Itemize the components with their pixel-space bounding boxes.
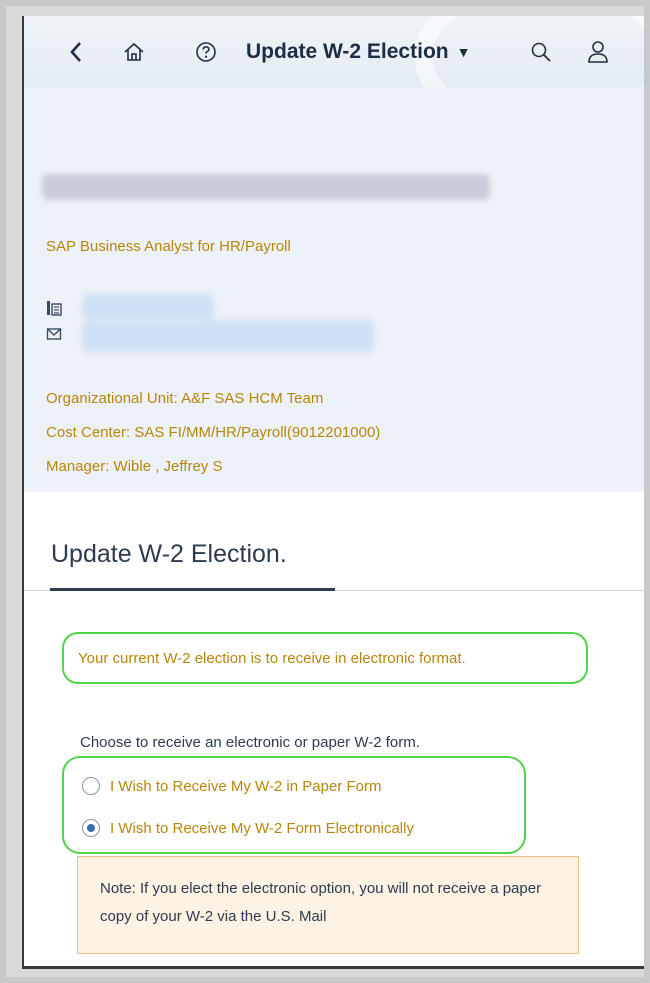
radio-button-paper[interactable] xyxy=(82,777,100,795)
phone-redacted xyxy=(82,294,214,320)
cost-center: Cost Center: SAS FI/MM/HR/Payroll(901220… xyxy=(46,424,381,441)
back-button[interactable] xyxy=(64,38,88,66)
manager: Manager: Wible , Jeffrey S xyxy=(46,458,223,475)
job-title: SAP Business Analyst for HR/Payroll xyxy=(46,238,291,255)
org-unit: Organizational Unit: A&F SAS HCM Team xyxy=(46,390,324,407)
shell-bar: Update W-2 Election ▼ xyxy=(24,16,644,136)
employee-name-redacted xyxy=(42,174,490,200)
chevron-left-icon xyxy=(70,42,81,62)
app-window: Update W-2 Election ▼ SAP Business Analy… xyxy=(22,16,644,969)
electronic-note: Note: If you elect the electronic option… xyxy=(77,856,579,954)
user-profile-button[interactable] xyxy=(584,38,612,66)
paper-form-label[interactable]: I Wish to Receive My W-2 in Paper Form xyxy=(110,778,381,795)
electronic-form-label[interactable]: I Wish to Receive My W-2 Form Electronic… xyxy=(110,820,414,837)
help-icon xyxy=(196,42,216,62)
home-icon xyxy=(124,42,144,61)
caret-down-icon: ▼ xyxy=(456,44,471,60)
search-icon xyxy=(531,42,551,62)
section-title-underline xyxy=(50,588,335,591)
radio-button-electronic[interactable] xyxy=(82,819,100,837)
electronic-form-option[interactable]: I Wish to Receive My W-2 Form Electronic… xyxy=(82,816,414,840)
page-title: Update W-2 Election. xyxy=(51,540,287,568)
choose-instructions: Choose to receive an electronic or paper… xyxy=(80,734,420,751)
email-redacted xyxy=(82,320,374,352)
current-election-message: Your current W-2 election is to receive … xyxy=(62,632,588,684)
email-icon xyxy=(46,328,62,340)
home-button[interactable] xyxy=(120,38,148,66)
user-icon xyxy=(588,41,608,63)
search-button[interactable] xyxy=(527,38,555,66)
employee-profile-header: SAP Business Analyst for HR/Payroll Orga… xyxy=(24,140,644,492)
sub-header-bar xyxy=(24,88,644,141)
app-title: Update W-2 Election xyxy=(246,40,449,63)
app-title-menu[interactable]: Update W-2 Election ▼ xyxy=(246,38,470,66)
paper-form-option[interactable]: I Wish to Receive My W-2 in Paper Form xyxy=(82,774,381,798)
help-button[interactable] xyxy=(192,38,220,66)
phone-list-icon xyxy=(47,301,62,316)
